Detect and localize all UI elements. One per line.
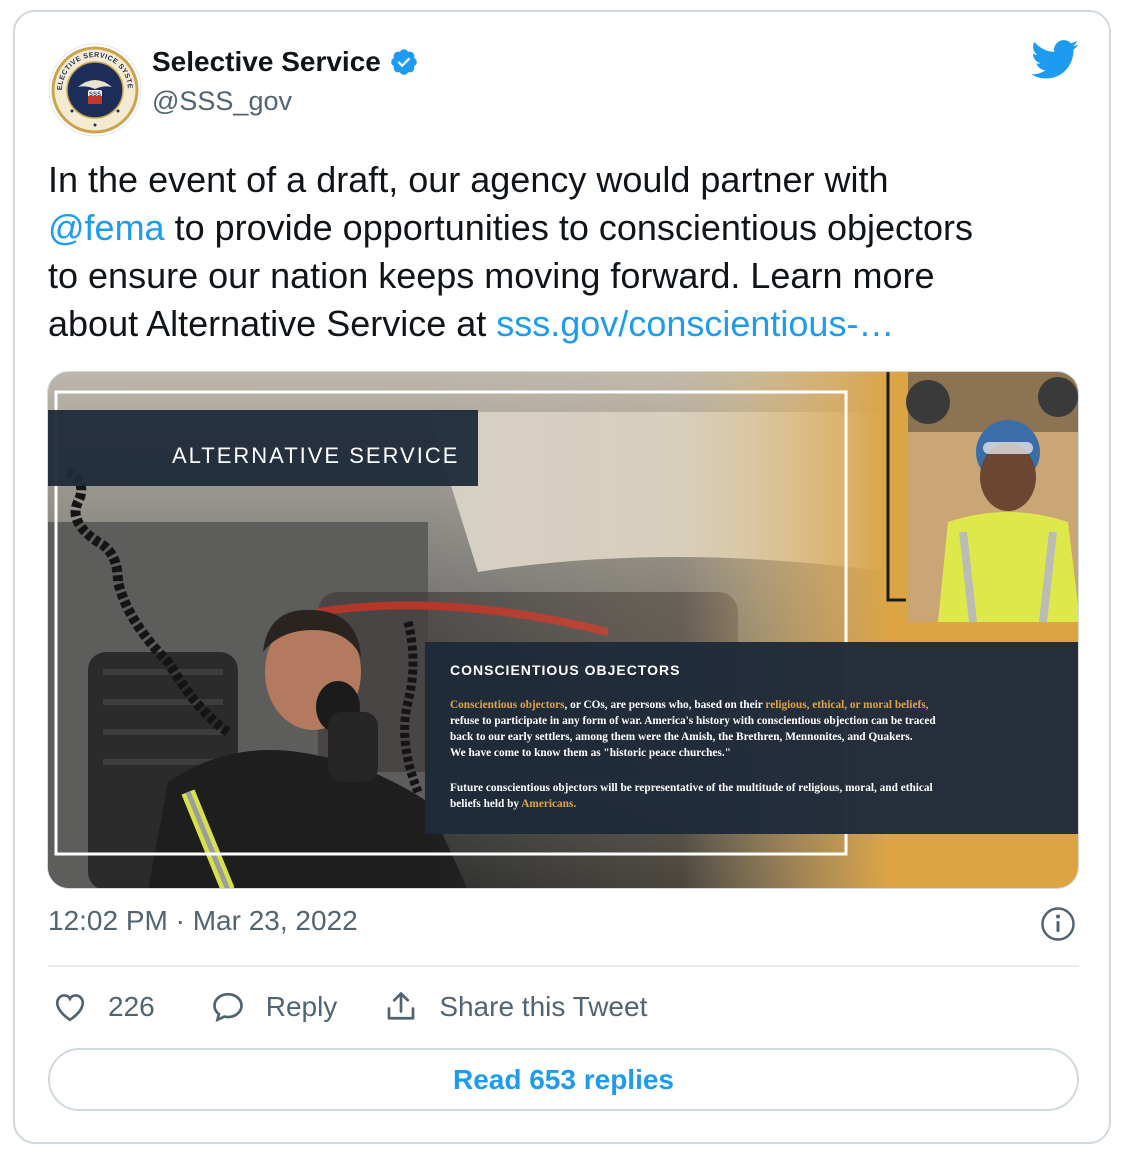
banner-title: ALTERNATIVE SERVICE [172, 443, 459, 468]
speech-bubble-icon [212, 992, 243, 1023]
panel-p1-gold2: religious, ethical, or moral beliefs, [765, 699, 928, 711]
panel-p1-line3: back to our early settlers, among them w… [450, 731, 913, 743]
panel-p1-line4: We have come to know them as "historic p… [450, 747, 731, 759]
panel-p2-gold: Americans. [521, 798, 576, 810]
mention-link[interactable]: @fema [48, 207, 165, 248]
svg-text:beliefs held by Americans.: beliefs held by Americans. [450, 798, 576, 810]
avatar[interactable]: SSS SELECTIVE SERVICE SYSTEM [48, 43, 142, 137]
tweet-timestamp[interactable]: 12:02 PM · Mar 23, 2022 [48, 905, 358, 937]
twitter-bird-icon[interactable] [1031, 40, 1079, 80]
like-count: 226 [108, 991, 155, 1022]
info-icon[interactable] [1040, 906, 1076, 942]
share-label: Share this Tweet [439, 991, 648, 1022]
tweet-text: In the event of a draft, our agency woul… [48, 156, 1088, 348]
verified-badge-icon [391, 49, 417, 75]
divider [48, 965, 1079, 967]
heart-icon [55, 994, 85, 1022]
svg-text:Conscientious objectors, or CO: Conscientious objectors, or COs, are per… [450, 699, 929, 711]
url-link[interactable]: sss.gov/conscientious-… [496, 303, 894, 344]
like-button[interactable]: 226 [52, 989, 155, 1025]
tweet-text-line-3: to ensure our nation keeps moving forwar… [48, 255, 935, 296]
tweet-text-line-4: about Alternative Service at [48, 303, 497, 344]
tweet-media-image[interactable]: ALTERNATIVE SERVICE CONSCIENTIOUS OBJECT… [47, 371, 1079, 889]
reply-button[interactable]: Reply [210, 989, 338, 1025]
tweet-text-line-1: In the event of a draft, our agency woul… [48, 159, 889, 200]
read-replies-button[interactable]: Read 653 replies [48, 1048, 1079, 1111]
panel-p2-line1: Future conscientious objectors will be r… [450, 782, 933, 794]
seal-badge-text: SSS [89, 92, 101, 98]
share-button[interactable]: Share this Tweet [383, 989, 647, 1025]
action-bar: 226 Reply Share this Tweet [52, 985, 647, 1029]
panel-p1-plain: , or COs, are persons who, based on thei… [565, 699, 766, 711]
reply-label: Reply [265, 991, 338, 1022]
panel-p1-line2: refuse to participate in any form of war… [450, 715, 936, 727]
account-name[interactable]: Selective Service [152, 44, 381, 80]
share-upload-icon [387, 992, 415, 1020]
read-replies-label: Read 653 replies [452, 1063, 675, 1095]
tweet-text-line-2: to provide opportunities to conscientiou… [164, 207, 974, 248]
panel-heading: CONSCIENTIOUS OBJECTORS [450, 662, 680, 678]
account-handle[interactable]: @SSS_gov [152, 86, 292, 117]
panel-p2-plain: beliefs held by [450, 798, 521, 810]
panel-p1-gold1: Conscientious objectors [450, 699, 565, 711]
media-graphic: ALTERNATIVE SERVICE CONSCIENTIOUS OBJECT… [48, 372, 1078, 888]
account-name-row: Selective Service [152, 44, 419, 80]
